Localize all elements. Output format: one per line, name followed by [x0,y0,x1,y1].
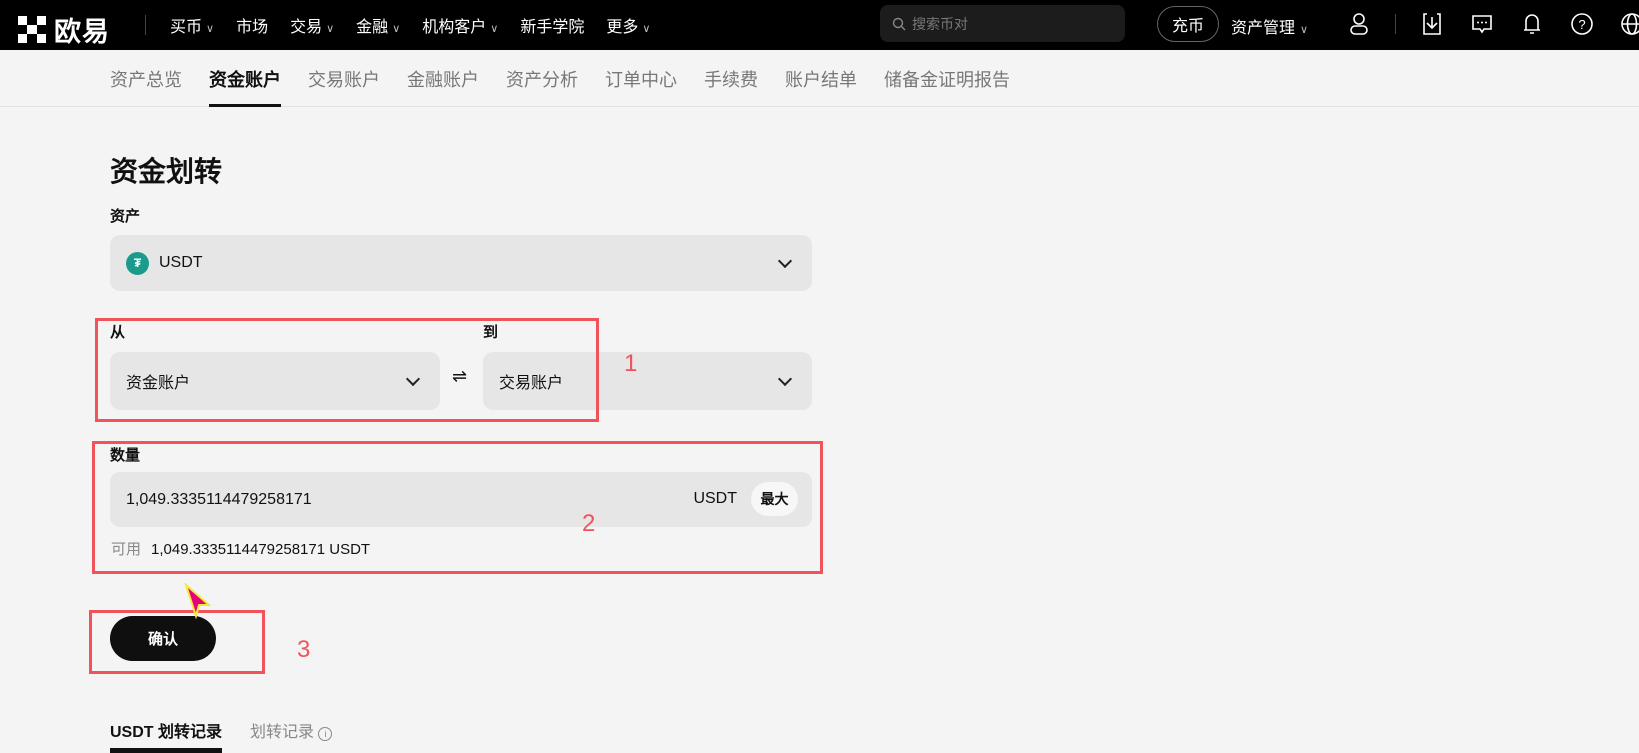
asset-management-menu[interactable]: 资产管理 ∨ [1231,14,1308,38]
svg-text:?: ? [1578,17,1585,32]
asset-select[interactable]: ₮ USDT [110,235,812,291]
usdt-coin-icon: ₮ [126,251,149,275]
asset-management-label: 资产管理 [1231,20,1296,37]
annotation-label-1: 1 [624,350,638,377]
info-icon[interactable]: i [318,727,333,741]
tab-transfer-history-label: 划转记录 [250,724,315,741]
logo-text: 欧易 [54,17,110,47]
asset-value: USDT [159,254,203,271]
annotation-box-2 [92,441,823,574]
annotation-label-2: 2 [582,510,596,537]
logo[interactable]: 欧易 [18,10,110,49]
download-icon[interactable] [1418,10,1446,38]
divider [145,15,146,35]
globe-icon[interactable] [1618,10,1639,38]
nav-item[interactable]: 买币 ∨ [170,13,214,37]
bell-icon[interactable] [1518,10,1546,38]
nav-item[interactable]: 交易 ∨ [290,13,334,37]
subnav-tab[interactable]: 手续费 [704,50,758,107]
subnav-tab[interactable]: 储备金证明报告 [884,50,1010,107]
nav-item-label: 新手学院 [520,19,585,36]
subnav-tab[interactable]: 账户结单 [785,50,857,107]
search-input[interactable]: 搜索币对 [880,5,1125,42]
nav-item[interactable]: 机构客户 ∨ [422,13,498,37]
nav-item-label: 买币 [170,19,203,36]
annotation-box-1 [95,318,599,422]
nav-item-label: 金融 [356,19,389,36]
chevron-down-icon: ∨ [642,23,651,35]
nav-item-label: 机构客户 [422,19,487,36]
main-nav: 买币 ∨ 市场 交易 ∨ 金融 ∨ 机构客户 ∨ 新手学院 更多 ∨ [170,0,650,50]
subnav-tab[interactable]: 资产分析 [506,50,578,107]
annotation-box-3 [89,610,265,674]
help-icon[interactable]: ? [1568,10,1596,38]
chevron-down-icon [777,253,793,269]
user-icon[interactable] [1345,10,1373,38]
subnav-tab[interactable]: 资产总览 [110,50,182,107]
nav-item[interactable]: 更多 ∨ [606,13,650,37]
top-navbar: 欧易 买币 ∨ 市场 交易 ∨ 金融 ∨ 机构客户 ∨ 新手学院 更多 ∨ 搜索币对 充币 资产管理 ∨… [0,0,1639,50]
subnav-tab[interactable]: 资金账户 [209,50,281,107]
nav-item-label: 更多 [606,19,639,36]
tab-transfer-history[interactable]: 划转记录 i [250,718,333,753]
nav-item-label: 交易 [290,19,323,36]
search-placeholder: 搜索币对 [912,15,968,32]
search-icon [892,17,906,30]
chevron-down-icon: ∨ [1300,24,1309,36]
message-icon[interactable] [1468,10,1496,38]
tab-usdt-transfer-history[interactable]: USDT 划转记录 [110,718,223,753]
nav-item-label: 市场 [236,19,269,36]
nav-item[interactable]: 新手学院 [520,13,584,37]
subnav-tab[interactable]: 交易账户 [308,50,380,107]
chevron-down-icon [777,371,793,387]
subnav-tab[interactable]: 订单中心 [605,50,677,107]
asset-label: 资产 [110,208,141,225]
chevron-down-icon: ∨ [490,23,499,35]
chevron-down-icon: ∨ [326,23,335,35]
nav-item[interactable]: 市场 [236,13,268,37]
divider [1395,14,1396,34]
mouse-cursor-icon [184,583,212,619]
subnav-tab[interactable]: 金融账户 [407,50,479,107]
account-subnav: 资产总览 资金账户 交易账户 金融账户 资产分析 订单中心 手续费 账户结单 储备金证明报告 [0,50,1639,107]
history-tabs: USDT 划转记录 划转记录 i [110,718,333,753]
chevron-down-icon: ∨ [392,23,401,35]
nav-item[interactable]: 金融 ∨ [356,13,400,37]
page-title: 资金划转 [110,156,223,187]
annotation-label-3: 3 [297,636,311,663]
okx-logo-icon [18,15,46,44]
chevron-down-icon: ∨ [206,23,215,35]
deposit-button[interactable]: 充币 [1157,6,1219,42]
